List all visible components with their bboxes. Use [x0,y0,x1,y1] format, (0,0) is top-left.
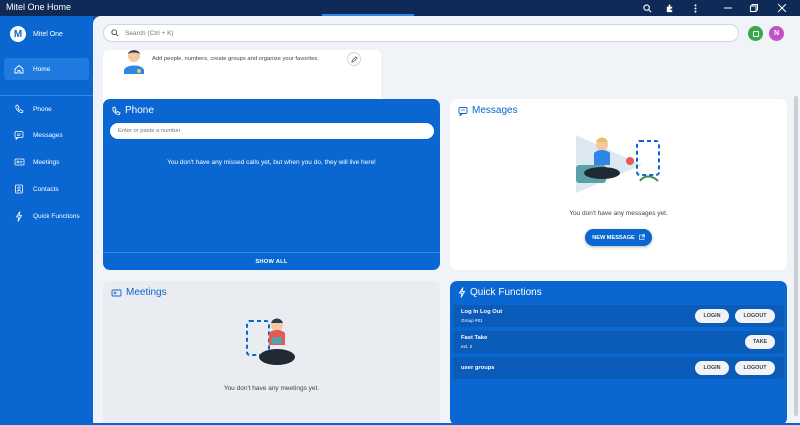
meetings-card-title-text: Meetings [126,287,167,298]
quick-function-detail: ext. 2 [461,344,473,349]
minimize-icon[interactable] [717,0,739,16]
meetings-card-title: Meetings [111,287,167,298]
quick-function-row: Log In Log Out Group #01 LOGIN LOGOUT [453,305,784,327]
messages-card-title: Messages [458,105,518,116]
new-message-label: NEW MESSAGE [592,234,635,241]
phone-card: Phone You don't have any missed calls ye… [103,99,440,270]
phone-card-title-text: Phone [125,105,154,116]
take-button[interactable]: TAKE [745,335,775,349]
sidebar-item-meetings[interactable]: Meetings [4,151,89,173]
login-button[interactable]: LOGIN [695,309,729,323]
close-icon[interactable] [771,0,793,16]
sidebar-item-messages[interactable]: Messages [4,124,89,146]
zoom-icon[interactable] [636,0,658,16]
quick-functions-card: Quick Functions Log In Log Out Group #01… [450,281,787,425]
sidebar: M Mitel One Home Phone Messages Meetings… [0,16,93,425]
meetings-icon [111,288,122,298]
brand-name: Mitel One [33,30,63,38]
meetings-card: Meetings You don't have any meetings yet… [103,281,440,425]
meetings-icon [11,157,27,167]
quick-function-row: Fast Take ext. 2 TAKE [453,331,784,353]
window-title: Mitel One Home [6,2,72,12]
phone-empty-state: You don't have any missed calls yet, but… [167,159,376,166]
pencil-icon [350,50,358,68]
search-icon [111,29,119,37]
messages-card: Messages You don't have any messages yet… [450,99,787,270]
sidebar-item-label: Phone [33,105,52,113]
search-bar[interactable] [103,24,739,42]
sidebar-item-quick-functions[interactable]: Quick Functions [4,205,89,227]
quick-function-row: user groups LOGIN LOGOUT [453,357,784,379]
quick-functions-card-title-text: Quick Functions [470,287,542,298]
dial-input[interactable] [118,128,418,134]
new-message-button[interactable]: NEW MESSAGE [585,229,652,246]
phone-status-button[interactable] [748,26,763,41]
main-content: N Add people, numbers, create groups and… [93,16,800,425]
mitel-logo: M [10,26,26,42]
brand[interactable]: M Mitel One [10,26,63,42]
scrollbar[interactable] [794,96,798,416]
search-input[interactable] [125,29,705,37]
sidebar-item-label: Contacts [33,185,59,193]
external-link-icon [638,233,645,242]
phone-icon [111,105,121,116]
messages-empty-state: You don't have any messages yet. [569,210,668,217]
messages-illustration [576,135,660,193]
extension-icon[interactable] [658,0,680,16]
title-bar: Mitel One Home [0,0,800,16]
more-icon[interactable] [684,0,706,16]
sidebar-divider [0,95,93,96]
message-icon [11,130,27,140]
meetings-illustration [246,318,295,365]
lightning-icon [11,210,27,222]
sidebar-item-contacts[interactable]: Contacts [4,178,89,200]
quick-function-detail: Group #01 [461,318,483,323]
quick-functions-card-title: Quick Functions [458,287,542,298]
sidebar-item-label: Messages [33,131,63,139]
sidebar-item-label: Meetings [33,158,60,166]
quick-function-name: Log In Log Out [461,309,503,315]
phone-card-title: Phone [111,105,154,116]
edit-contacts-button[interactable] [347,52,361,66]
user-avatar[interactable]: N [769,26,784,41]
device-status-icon [752,30,759,37]
logout-button[interactable]: LOGOUT [735,309,775,323]
message-icon [458,106,468,116]
quick-function-name: user groups [461,365,495,371]
dial-field[interactable] [110,123,434,139]
meetings-empty-state: You don't have any meetings yet. [223,385,320,392]
phone-icon [11,104,27,114]
quick-function-name: Fast Take [461,335,488,341]
lightning-icon [458,287,466,298]
contacts-hint: Add people, numbers, create groups and o… [152,56,319,62]
restore-icon[interactable] [743,0,765,16]
contacts-icon [11,184,27,194]
messages-card-title-text: Messages [472,105,518,116]
sidebar-item-home[interactable]: Home [4,58,89,80]
logout-button[interactable]: LOGOUT [735,361,775,375]
home-icon [11,64,27,74]
sidebar-item-phone[interactable]: Phone [4,98,89,120]
sidebar-item-label: Quick Functions [33,212,80,220]
show-all-button[interactable]: SHOW ALL [103,252,440,270]
sidebar-item-label: Home [33,65,51,73]
contacts-card: Add people, numbers, create groups and o… [103,50,381,106]
contacts-illustration [124,50,144,74]
login-button[interactable]: LOGIN [695,361,729,375]
